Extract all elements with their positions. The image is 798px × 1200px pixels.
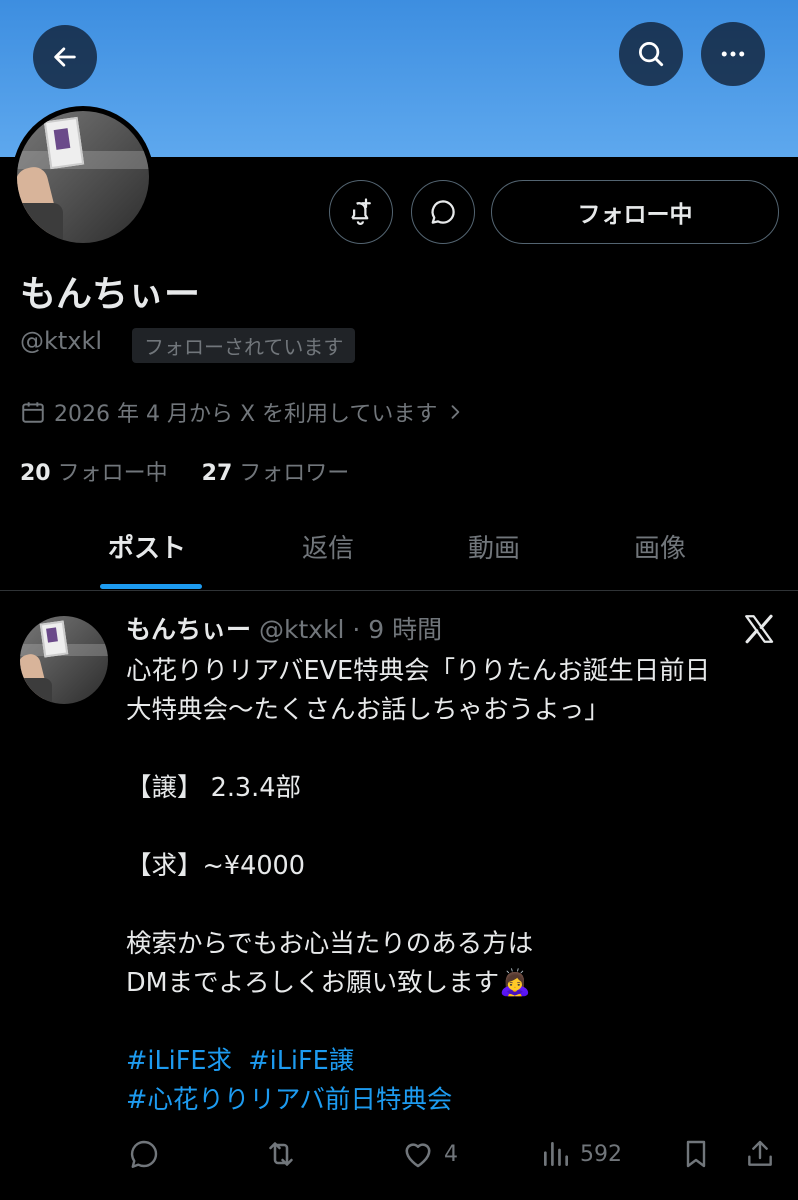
post-author-avatar[interactable]	[20, 616, 108, 704]
message-bubble-icon	[431, 200, 455, 224]
back-arrow-icon	[54, 47, 76, 67]
tab-replies[interactable]: 返信	[302, 528, 354, 565]
join-date[interactable]: 2026 年 4 月から X を利用しています	[20, 396, 465, 428]
post-line: 【譲】 2.3.4部	[126, 773, 301, 803]
profile-handle: @ktxkl	[20, 327, 103, 355]
post-line: 大特典会〜たくさんお話しちゃおうよっ」	[126, 695, 610, 725]
followers-label: フォロワー	[239, 461, 350, 486]
following-count: 20	[20, 461, 51, 486]
reply-icon	[130, 1140, 158, 1168]
post-hashtags: #心花りりリアバ前日特典会	[126, 1081, 786, 1120]
views-button[interactable]: 592	[540, 1134, 622, 1174]
follows-you-badge: フォローされています	[132, 328, 356, 363]
views-icon	[544, 1142, 568, 1166]
post-line	[126, 808, 786, 847]
more-button[interactable]	[701, 22, 765, 86]
post-author-meta: @ktxkl · 9 時間	[258, 615, 443, 644]
hashtag-link[interactable]: #心花りりリアバ前日特典会	[126, 1085, 452, 1115]
bookmark-button[interactable]	[680, 1134, 712, 1174]
profile-avatar[interactable]	[12, 106, 154, 248]
avatar-photo	[17, 111, 149, 243]
share-button[interactable]	[744, 1134, 776, 1174]
post-line: 心花りりリアバEVE特典会「りりたんお誕生日前日	[126, 656, 711, 686]
like-icon	[405, 1143, 431, 1168]
post-line: 検索からでもお心当たりのある方は	[126, 929, 534, 959]
hashtag-link[interactable]: #iLiFE譲	[248, 1046, 354, 1076]
followers-count: 27	[201, 461, 233, 486]
chevron-right-icon	[451, 405, 460, 419]
following-link[interactable]: 20 フォロー中	[20, 461, 168, 486]
active-tab-indicator	[100, 584, 202, 589]
post-line: DMまでよろしくお願い致します🙇‍♀️	[126, 968, 531, 998]
tabs-divider	[0, 590, 798, 591]
calendar-icon	[22, 402, 44, 423]
hashtag-link[interactable]: #iLiFE求	[126, 1046, 232, 1076]
post-body: 心花りりリアバEVE特典会「りりたんお誕生日前日 大特典会〜たくさんお話しちゃお…	[126, 652, 786, 1120]
follow-stats: 20 フォロー中 27 フォロワー	[20, 455, 349, 487]
more-icon	[721, 51, 745, 57]
following-button-label: フォロー中	[577, 202, 693, 228]
x-logo-icon	[745, 614, 774, 644]
like-button[interactable]: 4	[400, 1134, 458, 1174]
join-date-text: 2026 年 4 月から X を利用しています	[54, 402, 438, 427]
back-button[interactable]	[33, 25, 97, 89]
tab-posts[interactable]: ポスト	[108, 528, 186, 565]
following-button[interactable]: フォロー中	[491, 180, 779, 244]
share-icon	[748, 1140, 772, 1166]
post-line	[126, 886, 786, 925]
following-label: フォロー中	[57, 461, 168, 486]
repost-icon	[269, 1142, 293, 1166]
profile-name: もんちぃー	[20, 274, 201, 315]
post-author-name[interactable]: もんちぃー	[126, 615, 251, 644]
search-icon	[639, 42, 664, 67]
post-header: もんちぃー @ktxkl · 9 時間	[126, 610, 442, 646]
followers-link[interactable]: 27 フォロワー	[202, 461, 350, 486]
post-hashtags: #iLiFE求 #iLiFE譲	[126, 1042, 786, 1081]
reply-button[interactable]	[126, 1134, 162, 1174]
bookmark-icon	[686, 1140, 706, 1168]
repost-button[interactable]	[262, 1134, 300, 1174]
post-line: 【求】~¥4000	[126, 851, 305, 881]
post-line	[126, 730, 786, 769]
message-button[interactable]	[411, 180, 475, 244]
tab-videos[interactable]: 動画	[468, 528, 520, 565]
view-count: 592	[580, 1141, 622, 1167]
post-line	[126, 1003, 786, 1042]
search-button[interactable]	[619, 22, 683, 86]
notifications-button[interactable]	[329, 180, 393, 244]
notification-bell-plus-icon	[351, 198, 371, 225]
tab-media[interactable]: 画像	[634, 528, 686, 565]
like-count: 4	[444, 1141, 458, 1167]
